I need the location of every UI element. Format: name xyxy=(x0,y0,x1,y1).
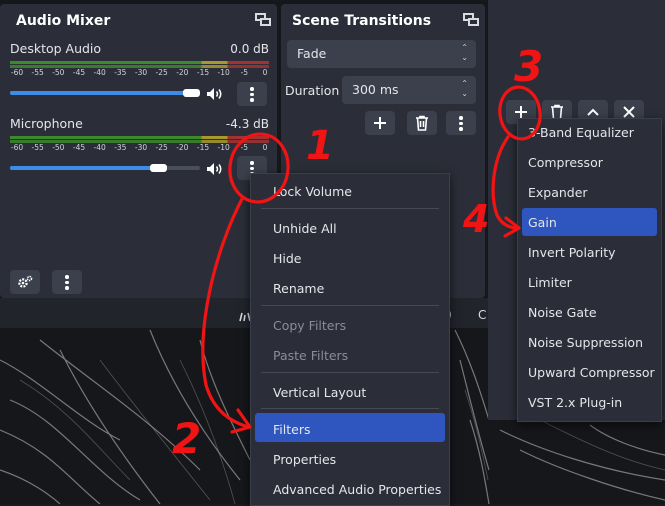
duration-spinbox[interactable]: 300 ms ⌃ ⌄ xyxy=(342,76,476,104)
meter-tick-label: -10 xyxy=(217,68,230,77)
context-menu-item-copy-filters: Copy Filters xyxy=(273,318,347,333)
filter-menu-item-noise-suppression[interactable]: Noise Suppression xyxy=(528,335,643,350)
close-icon xyxy=(623,106,635,118)
meter-tick-label: -5 xyxy=(240,143,249,152)
filter-menu-item-compressor[interactable]: Compressor xyxy=(528,155,603,170)
context-menu-item-filters[interactable]: Filters xyxy=(273,422,310,437)
meter-tick-label: -15 xyxy=(196,68,210,77)
meter-tick-label: -15 xyxy=(196,143,210,152)
channel-db-microphone: -4.3 dB xyxy=(225,117,269,131)
transition-select[interactable]: Fade ⌃ ⌄ xyxy=(287,40,476,68)
meter-tick-label: -60 xyxy=(10,68,24,77)
audio-mixer-title: Audio Mixer xyxy=(16,13,111,29)
meter-tick-label: -35 xyxy=(114,68,127,77)
meter-tick-label: -20 xyxy=(176,143,189,152)
meter-tick-label: -35 xyxy=(114,143,127,152)
speaker-icon[interactable] xyxy=(206,86,224,100)
meter-tick-label: -45 xyxy=(72,68,86,77)
context-menu-item-rename[interactable]: Rename xyxy=(273,281,324,296)
remove-transition-button[interactable] xyxy=(407,111,437,135)
meter-tick-label: -20 xyxy=(176,68,189,77)
menu-separator xyxy=(261,208,439,209)
select-arrows-icon: ⌃ ⌄ xyxy=(461,43,468,62)
duration-value: 300 ms xyxy=(352,82,399,97)
volume-slider-fill xyxy=(10,91,190,95)
meter-ticks: -60 -55 -50 -45 -40 -35 -30 -25 -20 -15 -10 -5 0 xyxy=(11,68,268,78)
annotation-number-1: 1 xyxy=(306,123,334,169)
channel-menu-button-desktop-audio[interactable] xyxy=(237,82,267,106)
context-menu-item-hide[interactable]: Hide xyxy=(273,251,302,266)
filter-menu-item-upward-compressor[interactable]: Upward Compressor xyxy=(528,365,655,380)
volume-slider-handle[interactable] xyxy=(150,164,167,172)
scene-transitions-title: Scene Transitions xyxy=(292,13,432,29)
meter-tick-label: 0 xyxy=(262,143,268,152)
level-meter xyxy=(10,61,269,64)
channel-name-desktop-audio: Desktop Audio xyxy=(10,41,102,56)
meter-tick-label: -40 xyxy=(93,68,106,77)
meter-tick-label: -55 xyxy=(31,143,44,152)
audio-mixer-dock: Audio Mixer Desktop Audio 0.0 dB -60 -55-… xyxy=(0,4,277,298)
volume-slider-fill xyxy=(10,166,160,170)
meter-tick-label: -45 xyxy=(72,143,86,152)
annotation-number-4: 4 xyxy=(463,197,490,241)
menu-separator xyxy=(261,408,439,409)
meter-tick-label: -25 xyxy=(155,68,168,77)
level-meter xyxy=(10,136,269,139)
status-fragment: C xyxy=(478,308,487,322)
advanced-audio-settings-button[interactable] xyxy=(10,270,40,294)
add-transition-button[interactable] xyxy=(365,111,395,135)
meter-tick-label: -25 xyxy=(155,143,168,152)
filter-menu-item-gain[interactable]: Gain xyxy=(528,215,557,230)
meter-tick-label: -60 xyxy=(10,143,24,152)
filter-menu-item-expander[interactable]: Expander xyxy=(528,185,588,200)
speaker-icon[interactable] xyxy=(206,161,224,175)
meter-ticks: -60 -55 -50 -45 -40 -35 -30 -25 -20 -15 -10 -5 0 xyxy=(11,143,268,153)
filter-menu-item-vst-2-x-plug-in[interactable]: VST 2.x Plug-in xyxy=(528,395,622,410)
transition-select-value: Fade xyxy=(297,46,327,61)
filter-menu-item-limiter[interactable]: Limiter xyxy=(528,275,572,290)
channel-context-menu: Lock Volume Unhide All Hide Rename Copy Filt… xyxy=(250,173,450,506)
undock-icon[interactable] xyxy=(463,13,479,26)
chevron-up-icon xyxy=(587,108,599,116)
spinbox-arrows-icon: ⌃ ⌄ xyxy=(461,79,468,98)
annotation-number-2: 2 xyxy=(172,414,202,463)
meter-tick-label: -40 xyxy=(93,143,106,152)
trash-icon xyxy=(416,115,428,131)
meter-tick-label: -55 xyxy=(31,68,44,77)
meter-tick-label: 0 xyxy=(262,68,268,77)
menu-separator xyxy=(261,372,439,373)
volume-slider-handle[interactable] xyxy=(183,89,200,97)
meter-tick-label: -30 xyxy=(134,68,148,77)
plus-icon xyxy=(515,106,527,118)
filter-menu-item-noise-gate[interactable]: Noise Gate xyxy=(528,305,597,320)
context-menu-item-lock-volume[interactable]: Lock Volume xyxy=(273,184,352,199)
context-menu-item-properties[interactable]: Properties xyxy=(273,452,336,467)
meter-tick-label: -50 xyxy=(52,68,65,77)
duration-label: Duration xyxy=(285,83,340,98)
menu-separator xyxy=(261,305,439,306)
context-menu-item-unhide-all[interactable]: Unhide All xyxy=(273,221,337,236)
plus-icon xyxy=(374,117,386,129)
add-filter-menu: 3-Band Equalizer Compressor Expander Gain In… xyxy=(517,118,662,422)
undock-icon[interactable] xyxy=(255,13,271,26)
context-menu-item-vertical-layout[interactable]: Vertical Layout xyxy=(273,385,366,400)
meter-tick-label: -10 xyxy=(217,143,230,152)
gear-icon xyxy=(18,275,33,288)
context-menu-item-paste-filters: Paste Filters xyxy=(273,348,349,363)
annotation-number-3: 3 xyxy=(514,42,544,91)
channel-name-microphone: Microphone xyxy=(10,116,83,131)
filter-menu-item-3-band-equalizer[interactable]: 3-Band Equalizer xyxy=(528,125,634,140)
filter-menu-item-invert-polarity[interactable]: Invert Polarity xyxy=(528,245,616,260)
meter-tick-label: -50 xyxy=(52,143,65,152)
meter-tick-label: -5 xyxy=(240,68,249,77)
context-menu-item-advanced-audio-properties[interactable]: Advanced Audio Properties xyxy=(273,482,441,497)
mixer-menu-button[interactable] xyxy=(52,270,82,294)
channel-db-desktop-audio: 0.0 dB xyxy=(230,42,269,56)
meter-tick-label: -30 xyxy=(134,143,148,152)
transition-menu-button[interactable] xyxy=(446,111,476,135)
